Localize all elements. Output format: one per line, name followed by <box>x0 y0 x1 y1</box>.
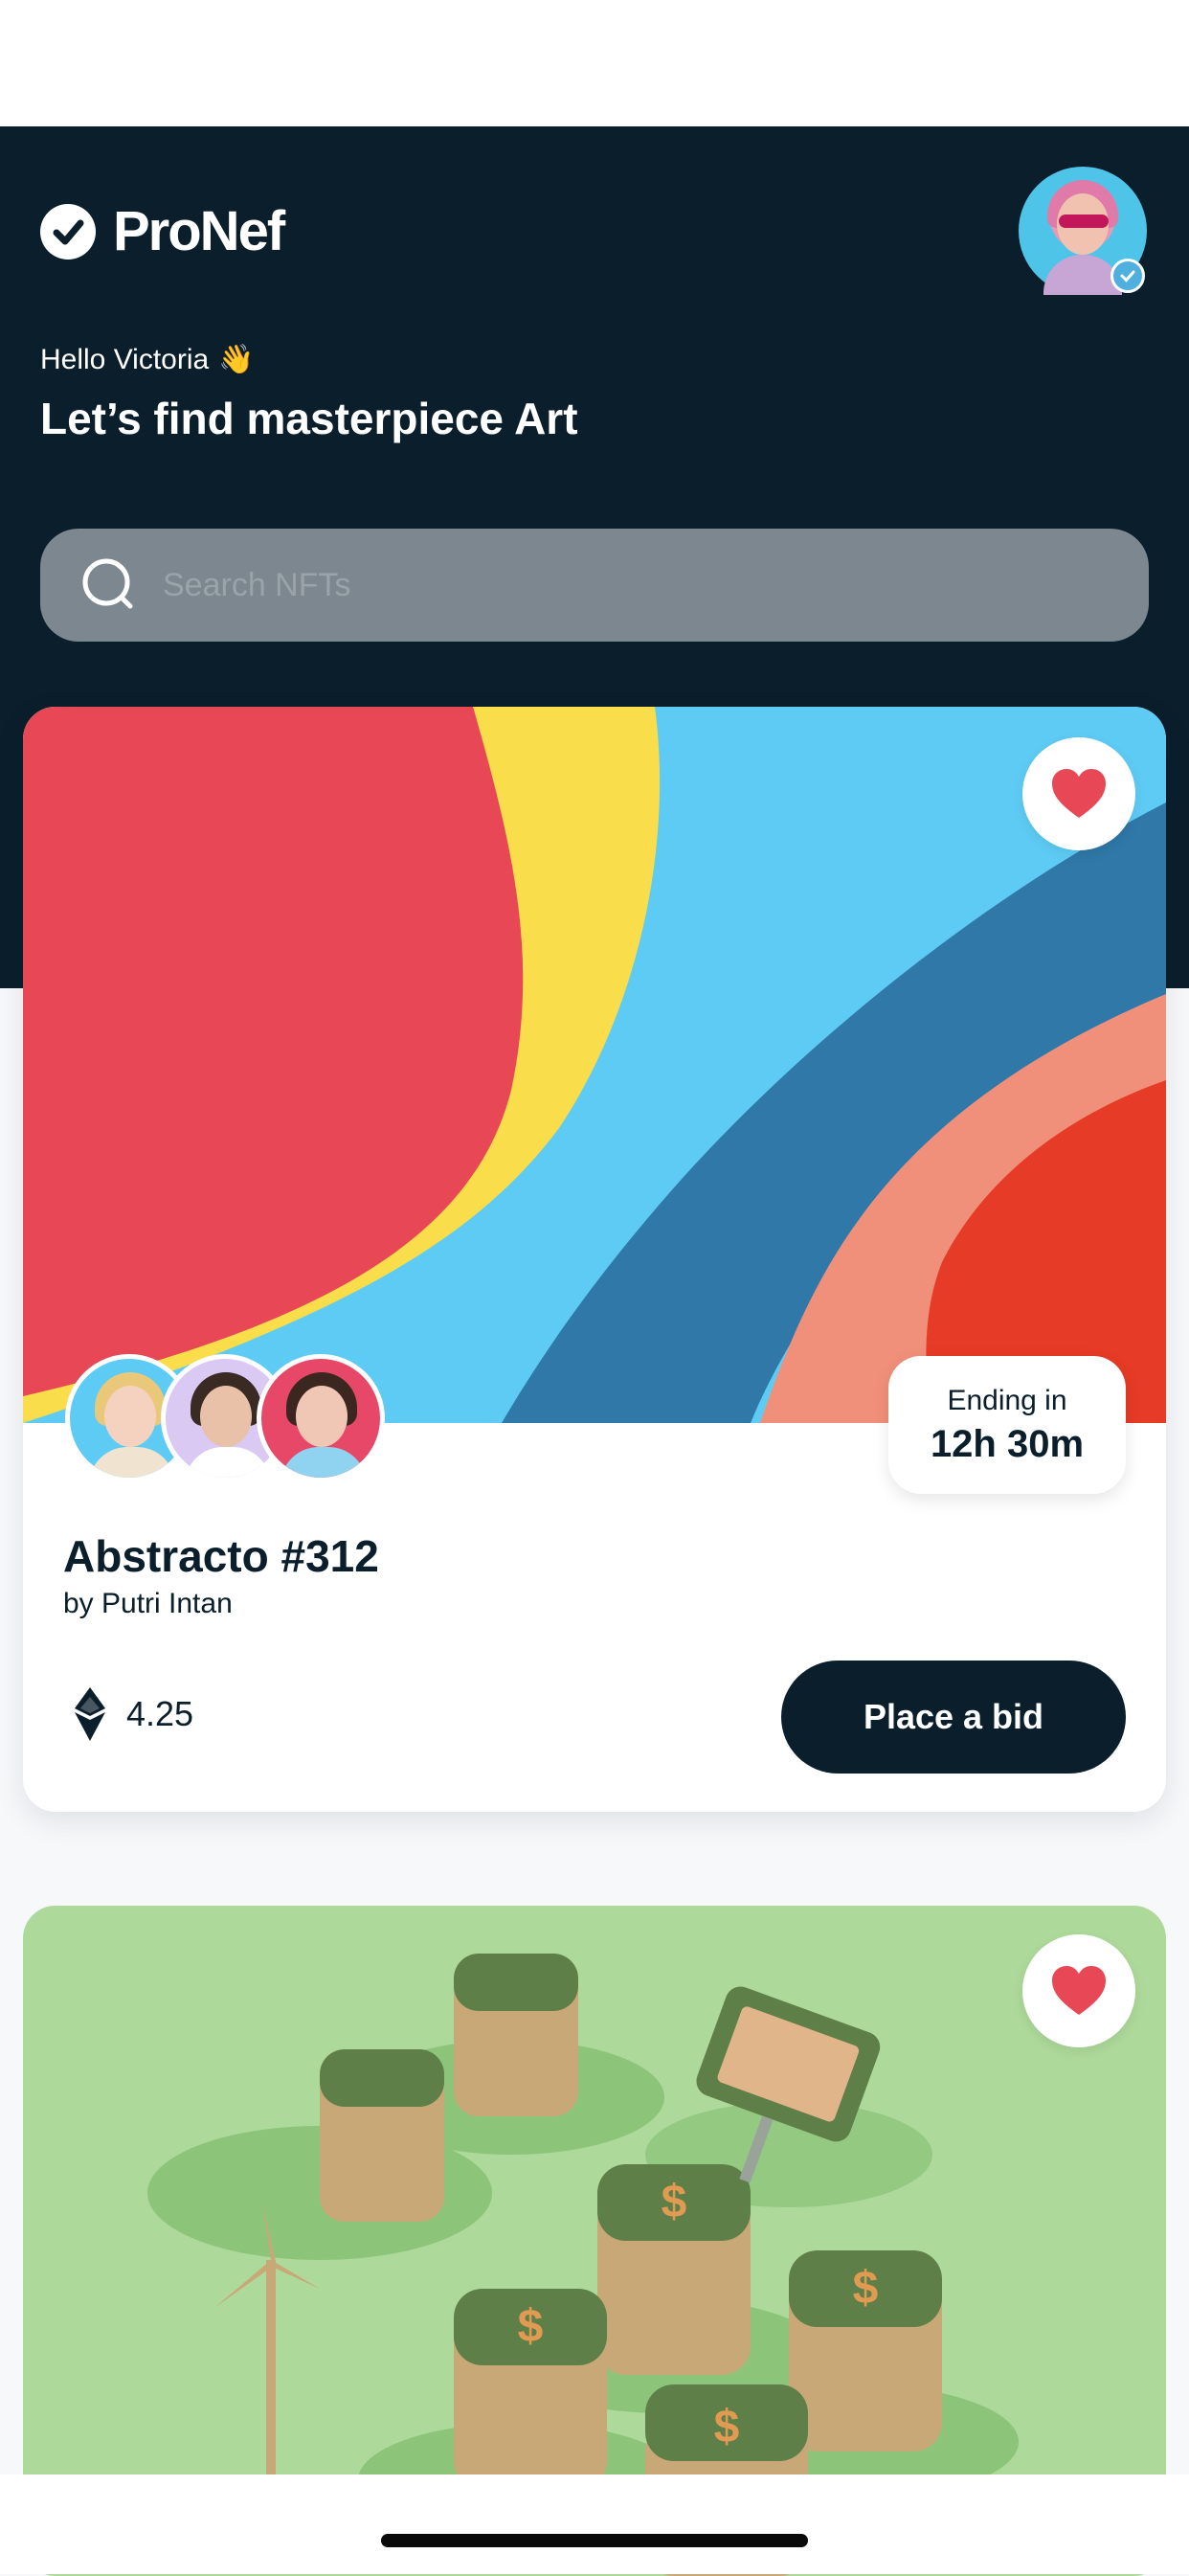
place-bid-button[interactable]: Place a bid <box>781 1661 1126 1774</box>
greeting-text: Hello Victoria <box>40 343 210 375</box>
ending-value: 12h 30m <box>930 1423 1085 1465</box>
app-logo: ProNef <box>40 199 285 263</box>
ending-label: Ending in <box>947 1385 1067 1416</box>
bidder-avatars <box>65 1354 448 1490</box>
verified-icon <box>1110 259 1145 293</box>
nft-title: Abstracto #312 <box>63 1531 379 1581</box>
greeting: Hello Victoria 👋 <box>40 343 255 376</box>
search-input[interactable] <box>161 565 1026 605</box>
svg-text:$: $ <box>714 2402 740 2452</box>
home-indicator[interactable] <box>381 2534 808 2547</box>
status-bar <box>0 0 1189 126</box>
home-bar-area <box>0 2474 1189 2574</box>
wave-emoji: 👋 <box>218 344 255 375</box>
auction-timer: Ending in 12h 30m <box>888 1356 1126 1494</box>
nft-card[interactable]: Ending in 12h 30m Abstracto #312 by Putr… <box>23 707 1166 1812</box>
svg-text:$: $ <box>518 2301 544 2352</box>
favorite-button[interactable] <box>1022 737 1135 850</box>
svg-text:$: $ <box>853 2263 879 2314</box>
avatar-glasses <box>1059 215 1109 228</box>
search-icon <box>82 558 133 609</box>
search-bar[interactable] <box>40 529 1149 642</box>
nft-artist: by Putri Intan <box>63 1588 233 1619</box>
check-icon <box>40 203 96 260</box>
price-value: 4.25 <box>126 1694 194 1733</box>
nft-price: 4.25 <box>73 1687 193 1741</box>
svg-text:$: $ <box>662 2177 687 2227</box>
user-avatar[interactable] <box>1019 167 1147 295</box>
page-title: Let’s find masterpiece Art <box>40 394 578 443</box>
favorite-button[interactable] <box>1022 1934 1135 2047</box>
app-name: ProNef <box>113 200 285 262</box>
bidder-avatar[interactable] <box>257 1354 385 1482</box>
nft-artwork-abstract <box>23 707 1166 1423</box>
ethereum-icon <box>75 1687 105 1741</box>
heart-icon <box>1052 1966 1106 2015</box>
heart-icon <box>1052 769 1106 818</box>
